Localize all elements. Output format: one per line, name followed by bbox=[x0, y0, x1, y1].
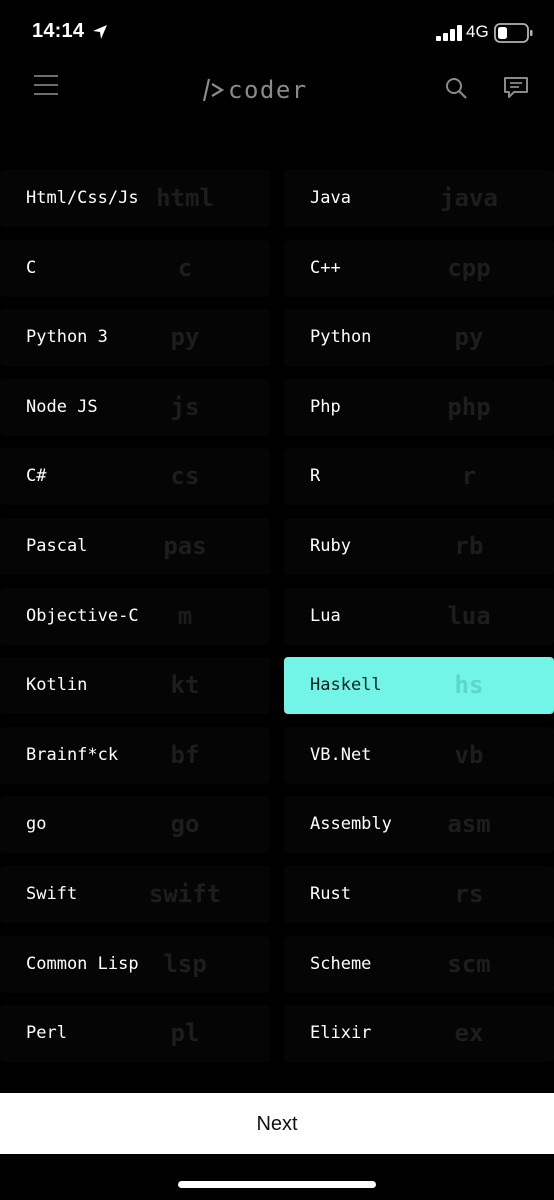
language-tile[interactable]: go go bbox=[0, 796, 270, 853]
battery-icon bbox=[494, 23, 533, 43]
language-tile[interactable]: Node JS js bbox=[0, 379, 270, 436]
language-name: Java bbox=[310, 188, 351, 208]
language-tile[interactable]: Php php bbox=[284, 379, 554, 436]
language-extension: cpp bbox=[447, 254, 491, 282]
language-extension: r bbox=[461, 462, 477, 490]
language-extension: bf bbox=[170, 741, 200, 769]
menu-icon[interactable] bbox=[32, 72, 60, 98]
language-extension: js bbox=[170, 393, 200, 421]
language-name: Ruby bbox=[310, 536, 351, 556]
language-extension: kt bbox=[170, 671, 200, 699]
language-extension: py bbox=[170, 323, 200, 351]
language-name: C++ bbox=[310, 258, 341, 278]
language-extension: lua bbox=[447, 602, 491, 630]
language-extension: lsp bbox=[163, 950, 207, 978]
language-tile[interactable]: Common Lisp lsp bbox=[0, 936, 270, 993]
language-name: Python 3 bbox=[26, 327, 108, 347]
language-name: Elixir bbox=[310, 1023, 372, 1043]
language-name: Php bbox=[310, 397, 341, 417]
language-name: Objective-C bbox=[26, 606, 139, 626]
language-extension: c bbox=[177, 254, 193, 282]
language-tile[interactable]: Brainf*ck bf bbox=[0, 727, 270, 784]
language-extension: py bbox=[454, 323, 484, 351]
language-tile[interactable]: Haskell hs bbox=[284, 657, 554, 714]
code-slash-icon bbox=[202, 78, 225, 102]
language-tile[interactable]: Objective-C m bbox=[0, 588, 270, 645]
language-extension: hs bbox=[454, 671, 484, 699]
language-extension: cs bbox=[170, 462, 200, 490]
location-arrow-icon bbox=[93, 25, 107, 39]
language-tile[interactable]: VB.Net vb bbox=[284, 727, 554, 784]
language-extension: ex bbox=[454, 1019, 484, 1047]
search-icon[interactable] bbox=[444, 76, 468, 100]
status-time: 14:14 bbox=[32, 20, 85, 42]
language-name: go bbox=[26, 814, 47, 834]
chat-icon[interactable] bbox=[503, 76, 529, 100]
language-extension: asm bbox=[447, 810, 491, 838]
language-tile[interactable]: Swift swift bbox=[0, 866, 270, 923]
language-tile[interactable]: Elixir ex bbox=[284, 1005, 554, 1062]
language-name: Haskell bbox=[310, 675, 382, 695]
language-name: C# bbox=[26, 466, 47, 486]
language-tile[interactable]: Python py bbox=[284, 309, 554, 366]
language-extension: scm bbox=[447, 950, 491, 978]
language-name: Common Lisp bbox=[26, 954, 139, 974]
signal-icon bbox=[436, 25, 462, 41]
language-extension: pl bbox=[170, 1019, 200, 1047]
language-extension: swift bbox=[148, 880, 222, 908]
language-name: Lua bbox=[310, 606, 341, 626]
language-tile[interactable]: Cc bbox=[0, 240, 270, 297]
language-name: Node JS bbox=[26, 397, 98, 417]
language-tile[interactable]: Java java bbox=[284, 170, 554, 227]
language-name: Python bbox=[310, 327, 372, 347]
language-name: R bbox=[310, 466, 321, 486]
status-bar: 14:14 4G bbox=[0, 0, 554, 66]
language-name: Pascal bbox=[26, 536, 88, 556]
language-extension: go bbox=[170, 810, 200, 838]
language-name: Rust bbox=[310, 884, 351, 904]
language-tile[interactable]: Pascal pas bbox=[0, 518, 270, 575]
language-tile[interactable]: Assembly asm bbox=[284, 796, 554, 853]
language-name: VB.Net bbox=[310, 745, 372, 765]
network-type: 4G bbox=[466, 22, 489, 41]
language-extension: html bbox=[156, 184, 214, 212]
language-tile[interactable]: C# cs bbox=[0, 448, 270, 505]
language-name: Scheme bbox=[310, 954, 372, 974]
language-tile[interactable]: Scheme scm bbox=[284, 936, 554, 993]
language-name: C bbox=[26, 258, 37, 278]
language-name: Kotlin bbox=[26, 675, 88, 695]
language-extension: vb bbox=[454, 741, 484, 769]
language-extension: java bbox=[440, 184, 498, 212]
language-tile[interactable]: C++ cpp bbox=[284, 240, 554, 297]
language-tile[interactable]: Perl pl bbox=[0, 1005, 270, 1062]
language-name: Assembly bbox=[310, 814, 392, 834]
home-indicator bbox=[178, 1181, 376, 1188]
language-tile[interactable]: Python 3 py bbox=[0, 309, 270, 366]
language-name: Swift bbox=[26, 884, 78, 904]
language-extension: rb bbox=[454, 532, 484, 560]
language-tile[interactable]: Lua lua bbox=[284, 588, 554, 645]
language-tile[interactable]: Html/Css/Js html bbox=[0, 170, 270, 227]
language-tile[interactable]: Rust rs bbox=[284, 866, 554, 923]
language-name: Brainf*ck bbox=[26, 745, 119, 765]
next-button[interactable]: Next bbox=[0, 1093, 554, 1154]
app-header: coder bbox=[0, 66, 554, 126]
language-tile[interactable]: Kotlin kt bbox=[0, 657, 270, 714]
language-tile[interactable]: Ruby rb bbox=[284, 518, 554, 575]
language-extension: m bbox=[177, 602, 193, 630]
language-extension: rs bbox=[454, 880, 484, 908]
logo-text: coder bbox=[228, 76, 308, 104]
language-extension: php bbox=[447, 393, 491, 421]
language-name: Perl bbox=[26, 1023, 67, 1043]
language-tile[interactable]: Rr bbox=[284, 448, 554, 505]
language-name: Html/Css/Js bbox=[26, 188, 139, 208]
app-logo: coder bbox=[200, 70, 360, 110]
language-extension: pas bbox=[163, 532, 207, 560]
